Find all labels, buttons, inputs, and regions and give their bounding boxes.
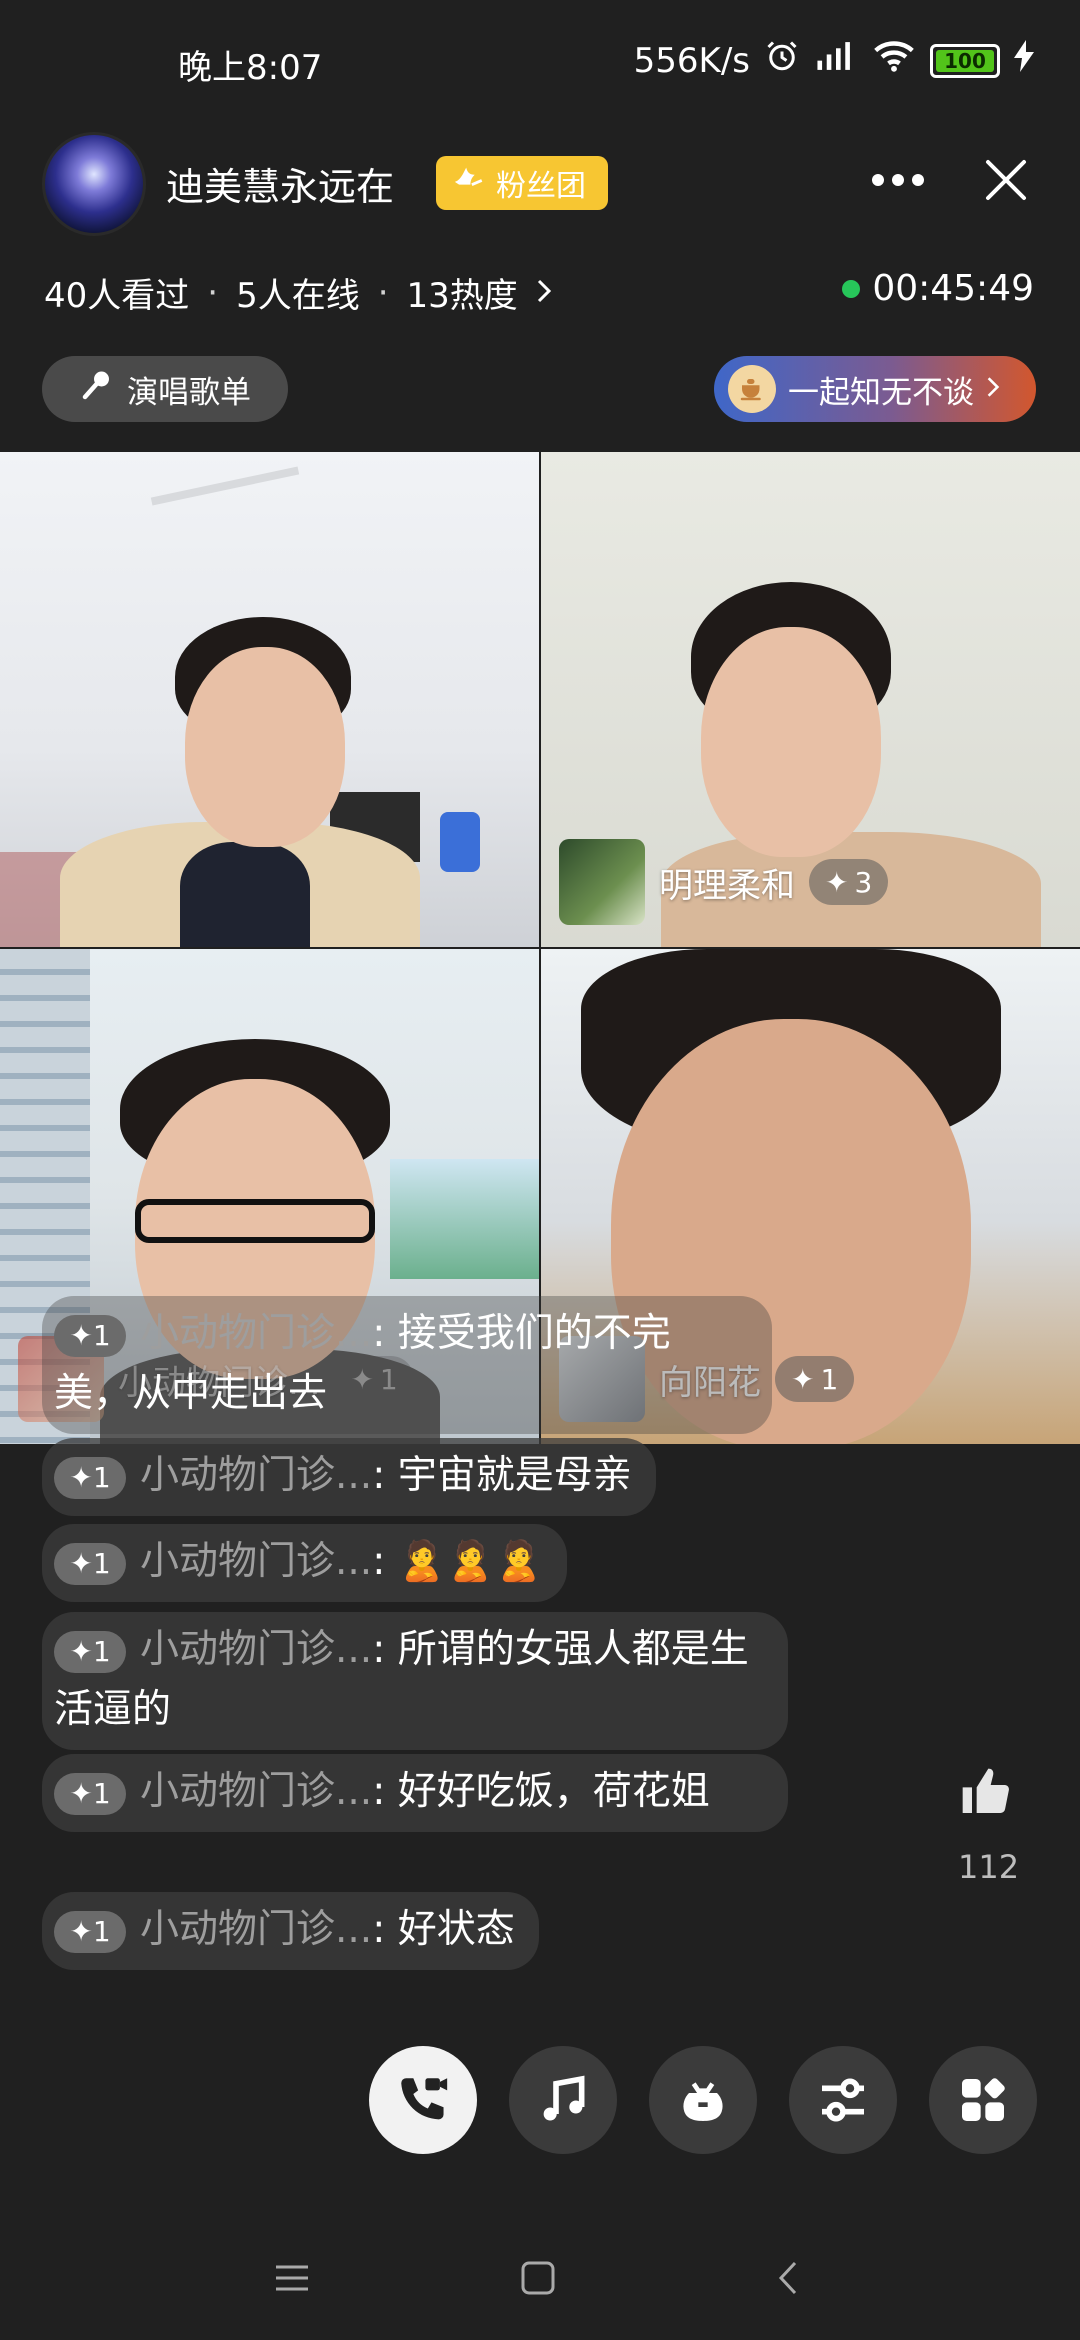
signal-icon bbox=[814, 39, 858, 82]
fan-club-icon bbox=[452, 164, 486, 202]
chat-message[interactable]: ✦ 1 小动物门诊...: 🙎🙎🙎 bbox=[42, 1524, 568, 1602]
charging-icon bbox=[1014, 40, 1034, 81]
net-speed: 556K/s bbox=[633, 40, 750, 81]
chat-message[interactable]: ✦ 1 小动物门诊...: 接受我们的不完美，从中走出去 bbox=[42, 1296, 772, 1434]
level-badge: ✦ 1 bbox=[54, 1772, 126, 1815]
chat-sender[interactable]: 小动物门诊... bbox=[140, 1453, 372, 1498]
alarm-icon bbox=[764, 38, 800, 83]
level-badge: ✦ 1 bbox=[54, 1542, 126, 1585]
settings-sliders-button[interactable] bbox=[789, 2046, 897, 2154]
chat-text: 🙎🙎🙎 bbox=[397, 1539, 544, 1584]
teacup-icon bbox=[728, 365, 776, 413]
close-button[interactable] bbox=[976, 150, 1036, 210]
chat-sender[interactable]: 小动物门诊... bbox=[140, 1627, 372, 1672]
online-count: 5人在线 bbox=[236, 276, 360, 316]
chat-sender[interactable]: 小动物门诊... bbox=[140, 1769, 372, 1814]
participant-avatar[interactable] bbox=[559, 839, 645, 925]
chat-text: 宇宙就是母亲 bbox=[397, 1453, 632, 1498]
sliders-icon bbox=[822, 2078, 864, 2122]
menu-icon bbox=[276, 2265, 308, 2291]
sparkle-icon: ✦ bbox=[791, 1362, 815, 1396]
thumbs-up-icon bbox=[962, 1768, 1009, 1813]
lucky-bag-icon bbox=[683, 2082, 723, 2121]
video-call-button[interactable] bbox=[369, 2046, 477, 2154]
wifi-icon bbox=[872, 39, 916, 82]
status-indicators: 556K/s 100 bbox=[634, 38, 1034, 83]
apps-grid-icon bbox=[962, 2078, 1005, 2121]
level-badge: ✦ 1 bbox=[54, 1314, 126, 1357]
level-badge: ✦ 1 bbox=[54, 1630, 126, 1673]
close-icon bbox=[986, 160, 1026, 200]
fan-club-label: 粉丝团 bbox=[496, 169, 586, 204]
chevron-right-icon bbox=[536, 273, 552, 313]
video-tile-2[interactable]: 明理柔和 ✦ 3 bbox=[541, 452, 1080, 947]
like-count: 112 bbox=[958, 1848, 1020, 1886]
live-dot-icon bbox=[842, 279, 861, 298]
heat-count: 13热度 bbox=[406, 276, 518, 316]
chat-message[interactable]: ✦ 1 小动物门诊...: 好状态 bbox=[42, 1892, 539, 1970]
status-time: 晚上8:07 bbox=[178, 48, 323, 88]
fan-club-button[interactable]: 粉丝团 bbox=[436, 156, 608, 210]
song-list-button[interactable]: 演唱歌单 bbox=[42, 356, 288, 422]
music-button[interactable] bbox=[509, 2046, 617, 2154]
nav-menu-button[interactable] bbox=[262, 2248, 322, 2308]
level-badge: ✦ 1 bbox=[54, 1456, 126, 1499]
phone-video-icon bbox=[401, 2078, 448, 2120]
chat-message[interactable]: ✦ 1 小动物门诊...: 所谓的女强人都是生活逼的 bbox=[42, 1612, 788, 1750]
chevron-right-icon bbox=[986, 371, 1000, 407]
topic-label: 一起知无不谈 bbox=[788, 374, 974, 411]
participant-tag: 明理柔和 ✦ 3 bbox=[559, 839, 889, 925]
timer-value: 00:45:49 bbox=[872, 268, 1034, 309]
music-note-icon bbox=[543, 2075, 585, 2121]
chat-sender[interactable]: 小动物门诊... bbox=[140, 1907, 372, 1952]
level-pill: ✦ 1 bbox=[775, 1356, 855, 1402]
song-list-label: 演唱歌单 bbox=[127, 374, 251, 411]
more-button[interactable] bbox=[868, 150, 928, 210]
chat-text: 好好吃饭，荷花姐 bbox=[397, 1769, 710, 1814]
level-badge: ✦ 1 bbox=[54, 1910, 126, 1953]
like-button[interactable] bbox=[954, 1760, 1018, 1824]
battery-icon: 100 bbox=[930, 43, 1000, 78]
level-pill: ✦ 3 bbox=[809, 859, 889, 905]
chat-message[interactable]: ✦ 1 小动物门诊...: 好好吃饭，荷花姐 bbox=[42, 1754, 788, 1832]
viewed-count: 40人看过 bbox=[44, 276, 190, 316]
host-name[interactable]: 迪美慧永远在 bbox=[166, 156, 394, 211]
nav-back-button[interactable] bbox=[758, 2248, 818, 2308]
microphone-icon bbox=[79, 367, 115, 411]
participant-name: 明理柔和 bbox=[659, 865, 795, 906]
gift-bag-button[interactable] bbox=[649, 2046, 757, 2154]
home-square-icon bbox=[521, 2261, 555, 2295]
nav-home-button[interactable] bbox=[508, 2248, 568, 2308]
chat-text: 好状态 bbox=[397, 1907, 515, 1952]
chat-sender[interactable]: 小动物门诊... bbox=[140, 1539, 372, 1584]
host-avatar[interactable] bbox=[42, 132, 146, 236]
more-apps-button[interactable] bbox=[929, 2046, 1037, 2154]
chat-message[interactable]: ✦ 1 小动物门诊...: 宇宙就是母亲 bbox=[42, 1438, 656, 1516]
sparkle-icon: ✦ bbox=[825, 865, 849, 899]
back-chevron-icon bbox=[778, 2261, 797, 2295]
room-stats[interactable]: 40人看过 · 5人在线 · 13热度 bbox=[44, 268, 552, 317]
live-timer: 00:45:49 bbox=[842, 268, 1034, 309]
video-tile-1[interactable] bbox=[0, 452, 539, 947]
chat-sender[interactable]: 小动物门诊... bbox=[140, 1311, 372, 1356]
topic-button[interactable]: 一起知无不谈 bbox=[714, 356, 1036, 422]
